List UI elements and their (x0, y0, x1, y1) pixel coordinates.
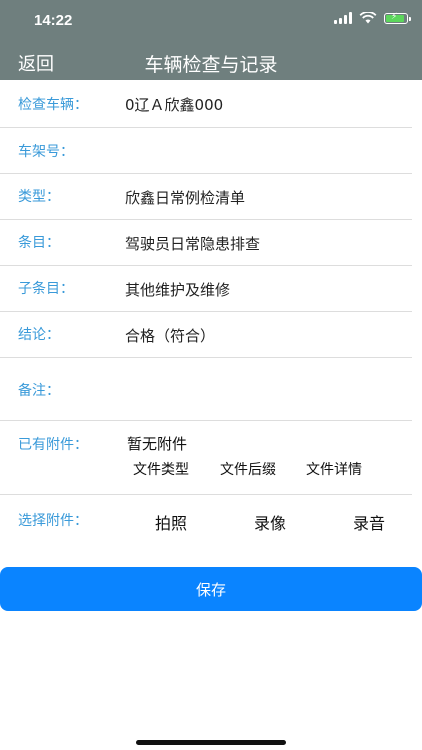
attachments-label: 已有附件： (18, 437, 88, 453)
status-time: 14:22 (34, 12, 73, 29)
audio-button[interactable]: 录音 (353, 510, 385, 534)
choose-attachment-label: 选择附件： (18, 513, 88, 529)
attachments-row: 已有附件： 暂无附件 文件类型 文件后缀 文件详情 (0, 421, 412, 495)
item-label: 条目： (18, 235, 60, 251)
frame-label: 车架号： (18, 144, 74, 160)
frame-row: 车架号： (0, 128, 412, 174)
item-value: 驾驶员日常隐患排查 (125, 235, 261, 253)
home-indicator (136, 740, 286, 745)
subitem-value: 其他维护及维修 (125, 281, 231, 299)
vehicle-label: 检查车辆： (18, 97, 88, 113)
wifi-icon (359, 12, 377, 24)
vehicle-row: 检查车辆： 0辽Ａ欣鑫000 (0, 80, 412, 128)
type-label: 类型： (18, 189, 60, 205)
remark-label: 备注： (18, 383, 60, 399)
photo-button[interactable]: 拍照 (155, 510, 187, 534)
status-icons: ⚡ (334, 12, 411, 24)
battery-icon: ⚡ (384, 12, 411, 24)
subitem-row: 子条目： 其他维护及维修 (0, 266, 412, 312)
attachment-suffix-header: 文件后缀 (220, 462, 276, 478)
attachment-detail-header: 文件详情 (306, 462, 362, 478)
page-title: 车辆检查与记录 (144, 54, 278, 76)
attachments-empty-text: 暂无附件 (127, 435, 188, 453)
remark-row: 备注： (0, 358, 412, 421)
attachment-type-header: 文件类型 (133, 462, 189, 478)
vehicle-value: 0辽Ａ欣鑫000 (125, 96, 224, 114)
video-button[interactable]: 录像 (254, 510, 286, 534)
type-value: 欣鑫日常例检清单 (125, 189, 246, 207)
conclusion-label: 结论： (18, 327, 60, 343)
conclusion-value: 合格（符合） (125, 327, 216, 345)
save-button[interactable]: 保存 (0, 567, 422, 611)
top-bar: 14:22 ⚡ 返回 车辆检查与记录 (0, 0, 422, 80)
type-row: 类型： 欣鑫日常例检清单 (0, 174, 412, 220)
signal-icon (334, 12, 352, 24)
subitem-label: 子条目： (18, 281, 74, 297)
conclusion-row: 结论： 合格（符合） (0, 312, 412, 358)
item-row: 条目： 驾驶员日常隐患排查 (0, 220, 412, 266)
